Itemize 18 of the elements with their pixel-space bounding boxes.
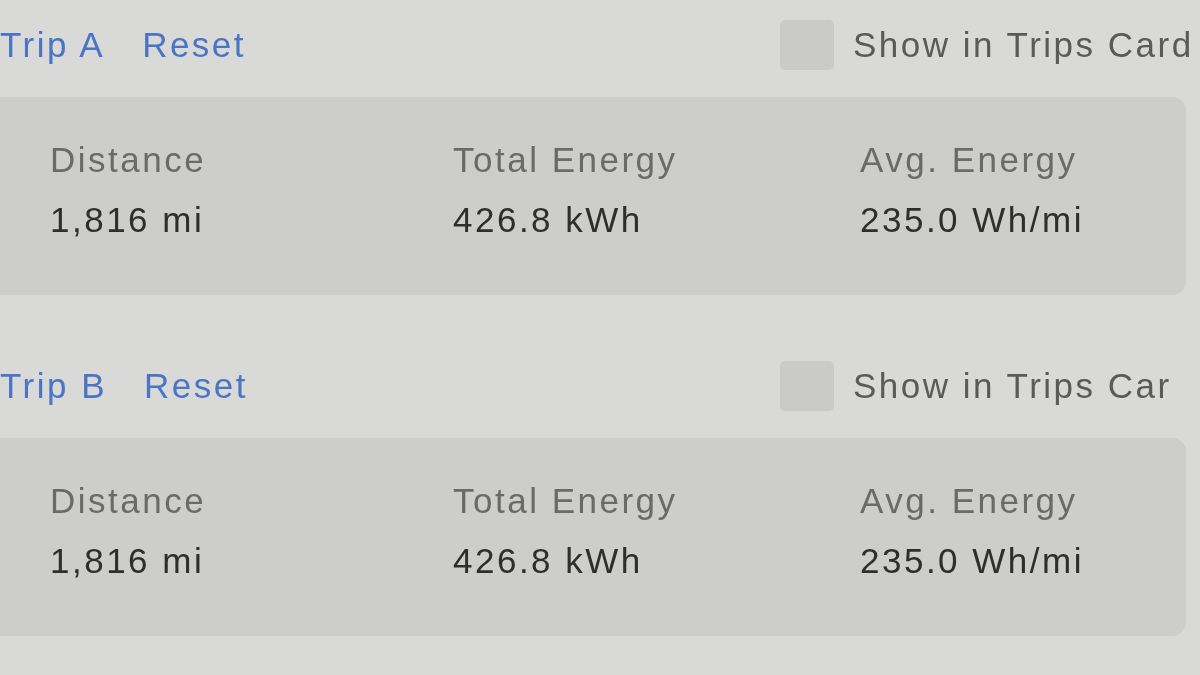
stat-value: 426.8 kWh <box>453 200 644 240</box>
checkbox-label: Show in Trips Car <box>853 366 1172 406</box>
stat-value: 1,816 mi <box>50 541 206 581</box>
stat-label: Avg. Energy <box>860 140 1079 180</box>
stat-value: 1,816 mi <box>50 200 206 240</box>
stat-value: 235.0 Wh/mi <box>860 200 1085 240</box>
stat-label: Total Energy <box>453 481 679 521</box>
reset-link[interactable]: Reset <box>142 25 247 65</box>
trip-title: Trip A <box>0 25 106 65</box>
trip-title: Trip B <box>0 366 108 406</box>
checkbox-label: Show in Trips Card <box>853 25 1194 65</box>
stat-label: Total Energy <box>453 140 679 180</box>
stat-value: 235.0 Wh/mi <box>860 541 1085 581</box>
stat-label: Avg. Energy <box>860 481 1079 521</box>
stat-value: 426.8 kWh <box>453 541 644 581</box>
stat-label: Distance <box>50 481 208 521</box>
reset-link[interactable]: Reset <box>144 366 248 406</box>
stat-label: Distance <box>50 140 208 180</box>
